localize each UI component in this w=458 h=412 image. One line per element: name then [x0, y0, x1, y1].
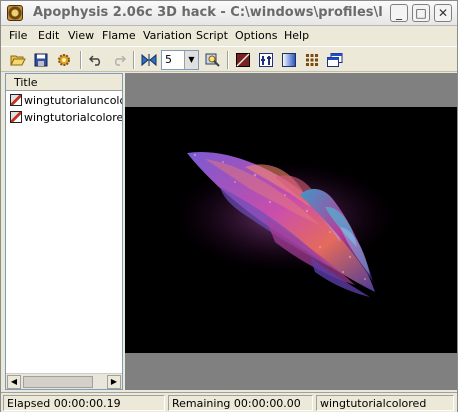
- column-header-title[interactable]: Title: [6, 74, 122, 91]
- app-window: Apophysis 2.06c 3D hack - C:\windows\pro…: [0, 0, 458, 412]
- chevron-down-icon[interactable]: ▼: [184, 51, 198, 69]
- quality-select[interactable]: 5 ▼: [161, 50, 199, 70]
- apophysis-app-icon[interactable]: [7, 5, 23, 21]
- menu-view[interactable]: View: [68, 29, 94, 42]
- palette-icon[interactable]: [279, 50, 299, 70]
- status-bar: Elapsed 00:00:00.19 Remaining 00:00:00.0…: [1, 392, 457, 412]
- toolbar-separator: [227, 51, 229, 69]
- list-item[interactable]: wingtutorialuncolored: [10, 94, 122, 110]
- toolbar-separator: [133, 51, 135, 69]
- window-icon[interactable]: [325, 50, 345, 70]
- list-item-label: wingtutorialuncolored: [24, 94, 122, 107]
- flame-file-icon: [10, 94, 22, 106]
- horizontal-scrollbar[interactable]: ◀ ▶: [6, 373, 122, 389]
- scroll-right-icon[interactable]: ▶: [107, 375, 121, 389]
- mirror-icon[interactable]: [139, 50, 159, 70]
- scroll-thumb[interactable]: [23, 376, 93, 388]
- maximize-button[interactable]: □: [412, 4, 430, 22]
- quality-value: 5: [165, 53, 172, 66]
- zoom-icon[interactable]: [203, 50, 223, 70]
- redo-icon[interactable]: [109, 50, 129, 70]
- menu-options[interactable]: Options: [235, 29, 277, 42]
- scroll-left-icon[interactable]: ◀: [7, 375, 21, 389]
- fractal-render[interactable]: [125, 107, 457, 353]
- status-remaining: Remaining 00:00:00.00: [168, 395, 313, 411]
- list-item-label: wingtutorialcolored: [24, 111, 122, 124]
- grid-icon[interactable]: [302, 50, 322, 70]
- toolbar: 5 ▼: [1, 46, 457, 72]
- status-elapsed: Elapsed 00:00:00.19: [3, 395, 165, 411]
- menu-flame[interactable]: Flame: [102, 29, 136, 42]
- preview-area[interactable]: [125, 73, 457, 390]
- menu-help[interactable]: Help: [284, 29, 309, 42]
- menu-variation[interactable]: Variation: [143, 29, 192, 42]
- menu-file[interactable]: File: [9, 29, 27, 42]
- save-icon[interactable]: [31, 50, 51, 70]
- list-item[interactable]: wingtutorialcolored: [10, 111, 122, 127]
- undo-icon[interactable]: [86, 50, 106, 70]
- flame-list[interactable]: Title wingtutorialuncolored wingtutorial…: [5, 73, 123, 390]
- menu-edit[interactable]: Edit: [38, 29, 59, 42]
- status-current-flame: wingtutorialcolored: [316, 395, 454, 411]
- menu-script[interactable]: Script: [196, 29, 228, 42]
- toolbar-separator: [80, 51, 82, 69]
- flame-file-icon: [10, 111, 22, 123]
- close-button[interactable]: ✕: [434, 4, 452, 22]
- adjust-icon[interactable]: [256, 50, 276, 70]
- open-icon[interactable]: [8, 50, 28, 70]
- title-bar[interactable]: Apophysis 2.06c 3D hack - C:\windows\pro…: [1, 1, 457, 26]
- gear-icon[interactable]: [54, 50, 74, 70]
- minimize-button[interactable]: _: [390, 4, 408, 22]
- gradient-icon[interactable]: [233, 50, 253, 70]
- window-title: Apophysis 2.06c 3D hack - C:\windows\pro…: [33, 5, 383, 20]
- fractal-flame-image: [175, 151, 395, 297]
- menu-bar: File Edit View Flame Variation Script Op…: [1, 26, 457, 45]
